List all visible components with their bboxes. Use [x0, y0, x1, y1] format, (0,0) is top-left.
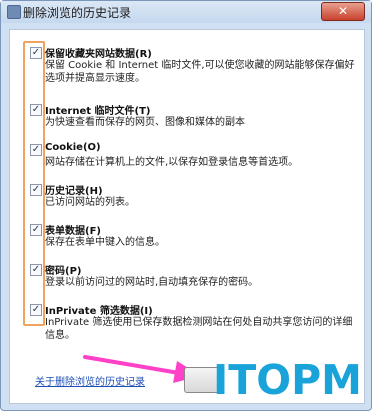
checkbox[interactable]: ✓ [30, 264, 42, 276]
checkbox[interactable]: ✓ [30, 304, 42, 316]
option-description: 保留 Cookie 和 Internet 临时文件,可以使您收藏的网站能够保存偏… [45, 60, 355, 84]
option-description: 已访问网站的列表。 [45, 197, 135, 208]
option-description: 登录以前访问过的网站时,自动填充保存的密码。 [45, 277, 259, 288]
dialog-window: 删除浏览的历史记录 ✕ ✓ 保留收藏夹网站数据(R) 保留 Cookie 和 I… [0, 0, 372, 411]
option-title: 保留收藏夹网站数据(R) [45, 49, 152, 60]
checkbox[interactable]: ✓ [30, 104, 42, 116]
watermark-logo: ITOPM [213, 356, 362, 404]
option-title: 表单数据(F) [45, 226, 101, 237]
option-title: Internet 临时文件(T) [45, 106, 151, 117]
checkbox[interactable]: ✓ [30, 47, 42, 59]
window-title: 删除浏览的历史记录 [23, 6, 132, 20]
title-bar: 删除浏览的历史记录 ✕ [1, 1, 371, 23]
checkbox[interactable]: ✓ [30, 184, 42, 196]
option-title: InPrivate 筛选数据(I) [45, 306, 153, 317]
option-title: 密码(P) [45, 266, 82, 277]
close-button[interactable]: ✕ [321, 2, 365, 21]
option-description: 保存在表单中键入的信息。 [45, 237, 165, 248]
option-title: 历史记录(H) [45, 186, 103, 197]
dialog-content [9, 29, 365, 404]
about-delete-history-link[interactable]: 关于删除浏览的历史记录 [35, 373, 145, 388]
option-title: Cookie(O) [45, 142, 101, 153]
checkbox[interactable]: ✓ [30, 144, 42, 156]
option-description: 为快速查看而保存的网页、图像和媒体的副本 [45, 117, 245, 128]
checkbox[interactable]: ✓ [30, 224, 42, 236]
option-description: InPrivate 筛选使用已保存数据检测网站在何处自动共享您访问的详细信息。 [45, 317, 353, 341]
option-description: 网站存储在计算机上的文件,以保存如登录信息等首选项。 [45, 157, 299, 168]
app-icon [7, 5, 21, 19]
